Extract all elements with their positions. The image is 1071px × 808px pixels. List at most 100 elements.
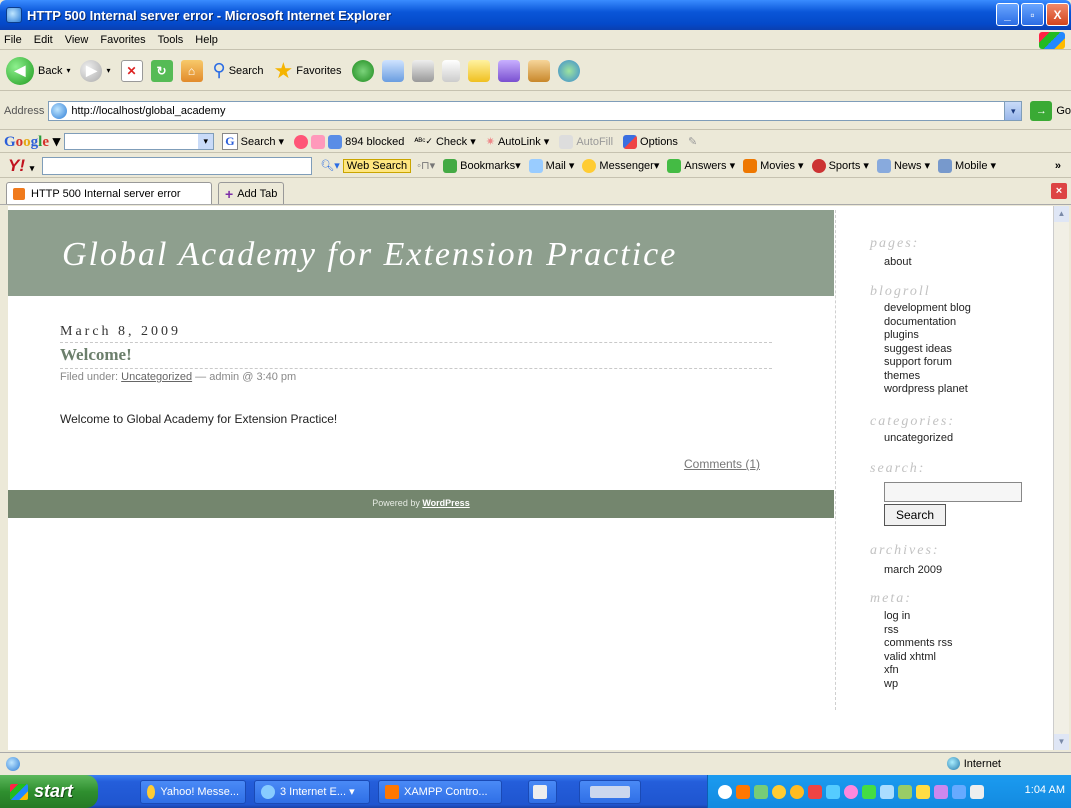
task-help[interactable] (528, 779, 557, 804)
highlight-icon[interactable]: ◦⊓▾ (417, 159, 435, 172)
options-button[interactable]: Options (623, 134, 678, 149)
meta-link-login[interactable]: log in (884, 610, 952, 624)
start-button[interactable]: start (0, 775, 98, 808)
more-chevron-icon[interactable]: » (1055, 160, 1061, 172)
yahoo-mobile[interactable]: Mobile ▾ (938, 158, 996, 173)
tray-xampp-icon[interactable] (736, 784, 750, 799)
blogroll-link[interactable]: wordpress planet (884, 383, 971, 397)
pagerank-icon[interactable] (294, 134, 309, 149)
tray-bluetooth-icon[interactable] (952, 784, 966, 799)
back-button[interactable]: ◀ Back ▾ (6, 56, 70, 85)
page-link-about[interactable]: about (884, 256, 912, 270)
meta-link-xfn[interactable]: xfn (884, 664, 952, 678)
scroll-up-icon[interactable]: ▲ (1054, 206, 1069, 222)
bookmark-icon[interactable] (311, 134, 326, 149)
favorites-button[interactable]: ★ Favorites (274, 58, 342, 84)
wordpress-link[interactable]: WordPress (422, 498, 469, 508)
google-search-input[interactable] (64, 133, 215, 150)
vertical-scrollbar[interactable]: ▲ ▼ (1053, 206, 1069, 750)
tray-speaker-icon[interactable] (970, 784, 984, 799)
books-icon[interactable] (527, 59, 550, 82)
back-dropdown-icon[interactable]: ▾ (66, 66, 70, 75)
add-tab-button[interactable]: + Add Tab (218, 182, 285, 204)
pencil-icon[interactable]: ✎ (688, 135, 697, 148)
menu-tools[interactable]: Tools (158, 34, 184, 46)
meta-link-wp[interactable]: wp (884, 678, 952, 692)
go-button[interactable]: → Go (1030, 100, 1071, 121)
tray-update-icon[interactable] (862, 784, 876, 799)
google-logo[interactable]: Google ▾ (4, 132, 60, 151)
google-search-button[interactable]: G Search ▾ (222, 133, 284, 150)
task-internet-explorer[interactable]: 3 Internet E... ▾ (254, 779, 370, 804)
blogroll-link[interactable]: plugins (884, 329, 971, 343)
yahoo-bookmarks[interactable]: Bookmarks ▾ (443, 158, 521, 173)
blogroll-link[interactable]: suggest ideas (884, 343, 971, 357)
spell-check-button[interactable]: ᴬᴮᶜ✓ Check ▾ (414, 135, 475, 149)
yahoo-movies[interactable]: Movies ▾ (743, 158, 804, 173)
tray-volume-icon[interactable] (826, 784, 840, 799)
blogroll-link[interactable]: themes (884, 370, 971, 384)
address-dropdown-icon[interactable]: ▾ (1004, 101, 1022, 120)
comments-link[interactable]: Comments (1) (684, 457, 760, 471)
tray-app-icon[interactable] (844, 784, 858, 799)
blogroll-link[interactable]: documentation (884, 316, 971, 330)
autolink-button[interactable]: ✷ AutoLink ▾ (486, 135, 550, 149)
menu-view[interactable]: View (65, 34, 89, 46)
category-link[interactable]: Uncategorized (121, 371, 192, 383)
maximize-button[interactable]: ▫ (1021, 3, 1044, 26)
meta-link-valid-xhtml[interactable]: valid xhtml (884, 651, 952, 665)
blogroll-link[interactable]: support forum (884, 356, 971, 370)
yahoo-answers[interactable]: Answers ▾ (667, 158, 735, 173)
tray-smiley-icon[interactable] (790, 784, 804, 799)
popup-blocker-button[interactable]: 894 blocked (328, 134, 404, 149)
research-icon[interactable] (497, 59, 520, 82)
yahoo-sports[interactable]: Sports ▾ (811, 158, 869, 173)
tray-monitor-icon[interactable] (880, 784, 894, 799)
home-icon[interactable]: ⌂ (180, 59, 203, 82)
minimize-button[interactable]: _ (996, 3, 1019, 26)
tray-media-icon[interactable] (934, 784, 948, 799)
refresh-icon[interactable]: ↻ (150, 59, 173, 82)
forward-dropdown-icon[interactable]: ▾ (106, 66, 110, 75)
web-search-button[interactable]: Web Search (342, 158, 412, 173)
security-zone[interactable]: Internet (946, 757, 1001, 770)
yahoo-search-icon[interactable]: 🔍︎▾ (320, 159, 340, 172)
blogroll-link[interactable]: development blog (884, 302, 971, 316)
title-bar[interactable]: HTTP 500 Internal server error - Microso… (0, 0, 1071, 30)
post-title[interactable]: Welcome! (60, 345, 132, 365)
menu-help[interactable]: Help (195, 34, 218, 46)
print-icon[interactable] (411, 59, 434, 82)
edit-icon[interactable] (441, 59, 460, 82)
yahoo-mail[interactable]: Mail ▾ (528, 158, 574, 173)
tray-power-icon[interactable] (916, 784, 930, 799)
close-tab-icon[interactable]: × (1051, 183, 1067, 199)
tray-messenger-icon[interactable] (772, 784, 786, 799)
system-clock[interactable]: 1:04 AM (1025, 784, 1065, 796)
menu-edit[interactable]: Edit (34, 34, 53, 46)
search-button[interactable]: ⚲ Search (213, 60, 264, 81)
archive-link[interactable]: march 2009 (884, 564, 942, 578)
site-title[interactable]: Global Academy for Extension Practice (62, 236, 677, 274)
yahoo-messenger[interactable]: Messenger ▾ (582, 158, 659, 173)
yahoo-search-input[interactable] (42, 156, 313, 175)
stop-icon[interactable]: ✕ (120, 59, 143, 82)
address-input[interactable]: http://localhost/global_academy ▾ (48, 100, 1023, 121)
menu-file[interactable]: File (4, 34, 22, 46)
menu-favorites[interactable]: Favorites (100, 34, 145, 46)
messenger-icon[interactable] (557, 59, 580, 82)
tab-current[interactable]: HTTP 500 Internal server error (6, 182, 212, 204)
forward-button[interactable]: ▶ ▾ (80, 59, 111, 82)
notes-icon[interactable] (467, 59, 490, 82)
meta-link-comments-rss[interactable]: comments rss (884, 637, 952, 651)
history-icon[interactable] (351, 59, 374, 82)
tray-network-icon[interactable] (754, 784, 768, 799)
task-nero[interactable] (579, 779, 641, 804)
yahoo-news[interactable]: News ▾ (876, 158, 930, 173)
sidebar-search-input[interactable] (884, 482, 1022, 502)
close-button[interactable]: X (1046, 3, 1069, 26)
tray-alert-icon[interactable] (808, 784, 822, 799)
tray-security-icon[interactable] (898, 784, 912, 799)
task-xampp-control[interactable]: XAMPP Contro... (378, 779, 502, 804)
meta-link-rss[interactable]: rss (884, 624, 952, 638)
task-yahoo-messenger[interactable]: Yahoo! Messe... (140, 779, 246, 804)
